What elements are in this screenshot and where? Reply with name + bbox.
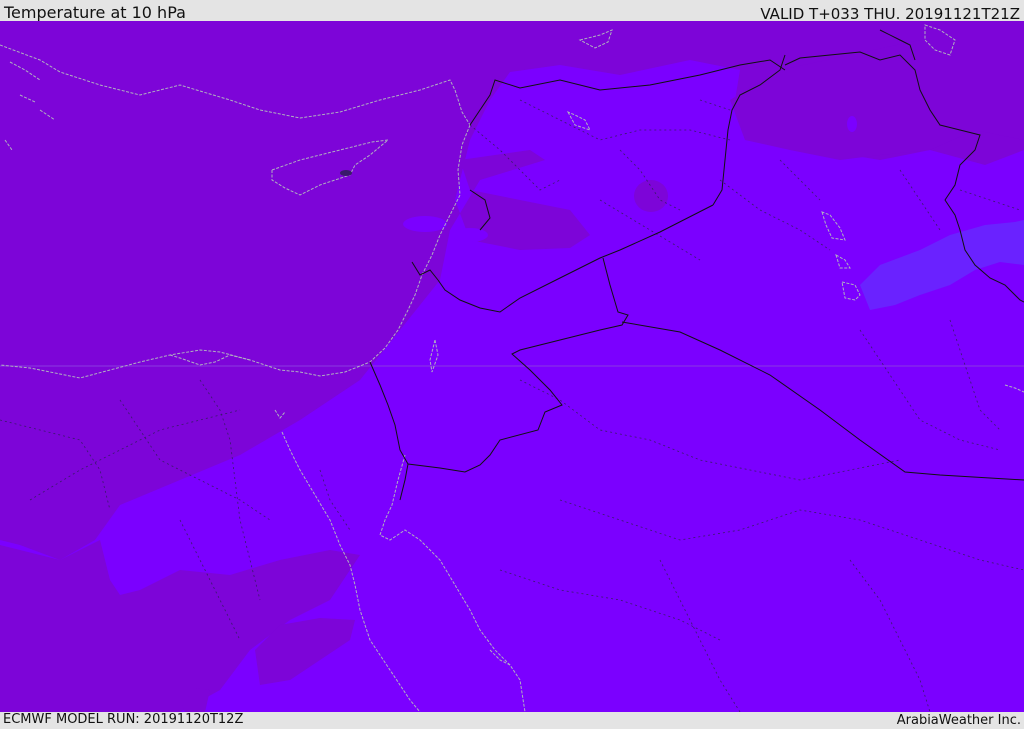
field-bright-patch-2 xyxy=(452,228,488,242)
field-dark-patch xyxy=(340,170,352,176)
credit: ArabiaWeather Inc. xyxy=(896,713,1021,728)
header-bar: Temperature at 10 hPa VALID T+033 THU. 2… xyxy=(0,0,1024,23)
map-title: Temperature at 10 hPa xyxy=(4,3,186,22)
model-run: ECMWF MODEL RUN: 20191120T12Z xyxy=(3,712,244,727)
field-dark-blob-3 xyxy=(634,180,668,212)
footer-bar: ECMWF MODEL RUN: 20191120T12Z ArabiaWeat… xyxy=(0,712,1024,729)
field-dark-blob-4 xyxy=(847,116,857,132)
temperature-map xyxy=(0,21,1024,712)
field-bright-patch xyxy=(403,216,447,232)
